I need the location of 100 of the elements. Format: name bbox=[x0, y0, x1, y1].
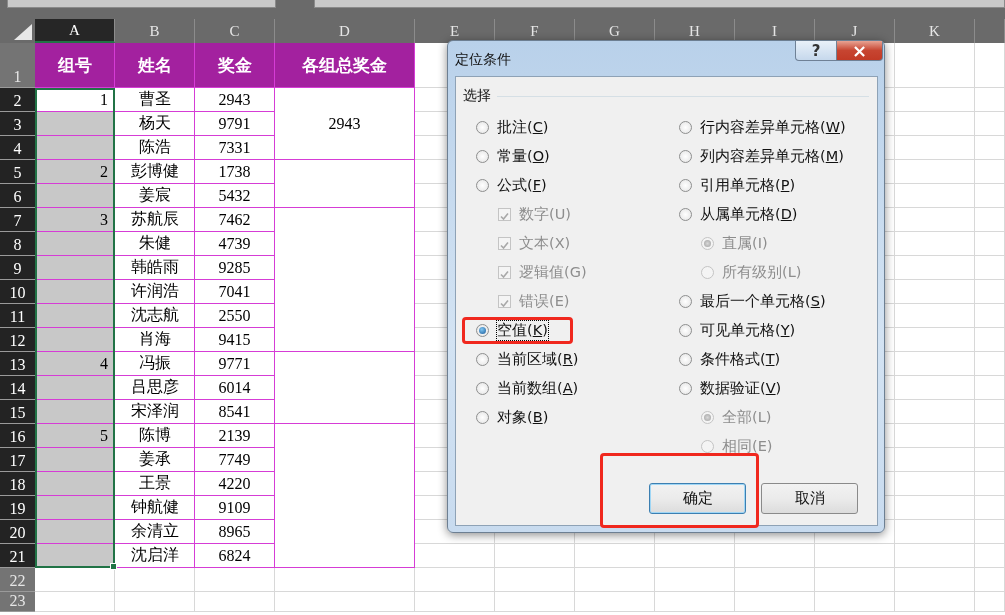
row-header[interactable]: 2 bbox=[0, 88, 35, 112]
table-cell: 陈博 bbox=[115, 424, 195, 448]
row-header[interactable]: 4 bbox=[0, 136, 35, 160]
radio-label: 数据验证(V) bbox=[700, 379, 782, 398]
row-header[interactable]: 12 bbox=[0, 328, 35, 352]
row-header[interactable]: 3 bbox=[0, 112, 35, 136]
radio-button[interactable] bbox=[476, 411, 489, 424]
table-cell: 吕思彦 bbox=[115, 376, 195, 400]
table-cell: 姜承 bbox=[115, 448, 195, 472]
radio-button[interactable] bbox=[679, 179, 692, 192]
table-cell: 6824 bbox=[195, 544, 275, 568]
row-header[interactable]: 19 bbox=[0, 496, 35, 520]
radio-label: 公式(F) bbox=[497, 176, 547, 195]
table-cell: 钟航健 bbox=[115, 496, 195, 520]
empty-cell bbox=[975, 520, 1005, 544]
dialog-title: 定位条件 bbox=[455, 51, 512, 69]
header-cell: 组号 bbox=[35, 43, 115, 88]
row-header[interactable]: 9 bbox=[0, 256, 35, 280]
table-cell: 9285 bbox=[195, 256, 275, 280]
row-header[interactable]: 8 bbox=[0, 232, 35, 256]
radio-button[interactable] bbox=[476, 150, 489, 163]
column-header[interactable]: I bbox=[735, 19, 815, 43]
table-cell: 彭博健 bbox=[115, 160, 195, 184]
row-header[interactable]: 7 bbox=[0, 208, 35, 232]
column-header[interactable]: A bbox=[35, 19, 115, 43]
ok-button[interactable]: 确定 bbox=[649, 483, 746, 514]
column-header[interactable] bbox=[975, 19, 1005, 43]
radio-label: 对象(B) bbox=[497, 408, 549, 427]
table-cell: 7462 bbox=[195, 208, 275, 232]
radio-label: 当前区域(R) bbox=[497, 350, 579, 369]
row-header[interactable]: 20 bbox=[0, 520, 35, 544]
row-header[interactable]: 14 bbox=[0, 376, 35, 400]
row-header[interactable]: 18 bbox=[0, 472, 35, 496]
checkbox-label: 文本(X) bbox=[519, 234, 571, 253]
empty-cell bbox=[975, 232, 1005, 256]
radio-button[interactable] bbox=[476, 353, 489, 366]
checkbox-label: 错误(E) bbox=[519, 292, 570, 311]
radio-button[interactable] bbox=[476, 382, 489, 395]
row-header[interactable]: 1 bbox=[0, 43, 35, 88]
table-cell: 姜宸 bbox=[115, 184, 195, 208]
row-header[interactable]: 5 bbox=[0, 160, 35, 184]
radio-button[interactable] bbox=[476, 121, 489, 134]
radio-button[interactable] bbox=[679, 295, 692, 308]
radio-label: 行内容差异单元格(W) bbox=[700, 118, 846, 137]
radio-label: 常量(O) bbox=[497, 147, 550, 166]
empty-cell bbox=[975, 544, 1005, 568]
row-header[interactable]: 6 bbox=[0, 184, 35, 208]
row-header[interactable]: 15 bbox=[0, 400, 35, 424]
radio-label: 可见单元格(Y) bbox=[700, 321, 796, 340]
row-header[interactable]: 11 bbox=[0, 304, 35, 328]
column-header[interactable]: K bbox=[895, 19, 975, 43]
table-cell: 4220 bbox=[195, 472, 275, 496]
formula-bar[interactable] bbox=[314, 0, 1005, 8]
table-cell: 9791 bbox=[195, 112, 275, 136]
header-cell: 奖金 bbox=[195, 43, 275, 88]
help-button[interactable]: ? bbox=[795, 41, 837, 61]
radio-label: 全部(L) bbox=[722, 408, 772, 427]
radio-button[interactable] bbox=[679, 324, 692, 337]
column-header[interactable]: B bbox=[115, 19, 195, 43]
column-header[interactable]: D bbox=[275, 19, 415, 43]
radio-button[interactable] bbox=[679, 121, 692, 134]
column-header[interactable]: F bbox=[495, 19, 575, 43]
table-cell: 韩皓雨 bbox=[115, 256, 195, 280]
column-header[interactable]: E bbox=[415, 19, 495, 43]
select-all-button[interactable] bbox=[0, 19, 35, 43]
empty-cell bbox=[975, 208, 1005, 232]
table-cell: 4 bbox=[35, 352, 115, 376]
row-header[interactable]: 21 bbox=[0, 544, 35, 568]
radio-button[interactable] bbox=[679, 150, 692, 163]
table-cell: 2550 bbox=[195, 304, 275, 328]
empty-cell bbox=[975, 328, 1005, 352]
column-header[interactable]: C bbox=[195, 19, 275, 43]
row-header[interactable]: 22 bbox=[0, 568, 35, 592]
row-header[interactable]: 10 bbox=[0, 280, 35, 304]
empty-cell bbox=[975, 448, 1005, 472]
table-cell: 6014 bbox=[195, 376, 275, 400]
row-header[interactable]: 23 bbox=[0, 592, 35, 612]
cancel-button[interactable]: 取消 bbox=[761, 483, 858, 514]
radio-button[interactable] bbox=[679, 208, 692, 221]
table-cell: 王景 bbox=[115, 472, 195, 496]
column-header[interactable]: G bbox=[575, 19, 655, 43]
empty-cell bbox=[975, 184, 1005, 208]
radio-button[interactable] bbox=[476, 179, 489, 192]
radio-button[interactable] bbox=[476, 324, 489, 337]
empty-cell bbox=[975, 424, 1005, 448]
table-cell: 7041 bbox=[195, 280, 275, 304]
triangle-icon bbox=[14, 24, 32, 40]
table-cell: 陈浩 bbox=[115, 136, 195, 160]
close-button[interactable]: × bbox=[837, 41, 883, 61]
column-header[interactable]: J bbox=[815, 19, 895, 43]
radio-button[interactable] bbox=[679, 353, 692, 366]
name-box[interactable] bbox=[7, 0, 276, 8]
radio-button[interactable] bbox=[679, 382, 692, 395]
row-header[interactable]: 16 bbox=[0, 424, 35, 448]
table-cell: 宋泽润 bbox=[115, 400, 195, 424]
radio-label: 条件格式(T) bbox=[700, 350, 781, 369]
row-header[interactable]: 13 bbox=[0, 352, 35, 376]
row-header[interactable]: 17 bbox=[0, 448, 35, 472]
column-header[interactable]: H bbox=[655, 19, 735, 43]
radio-label: 空值(K) bbox=[497, 321, 548, 340]
